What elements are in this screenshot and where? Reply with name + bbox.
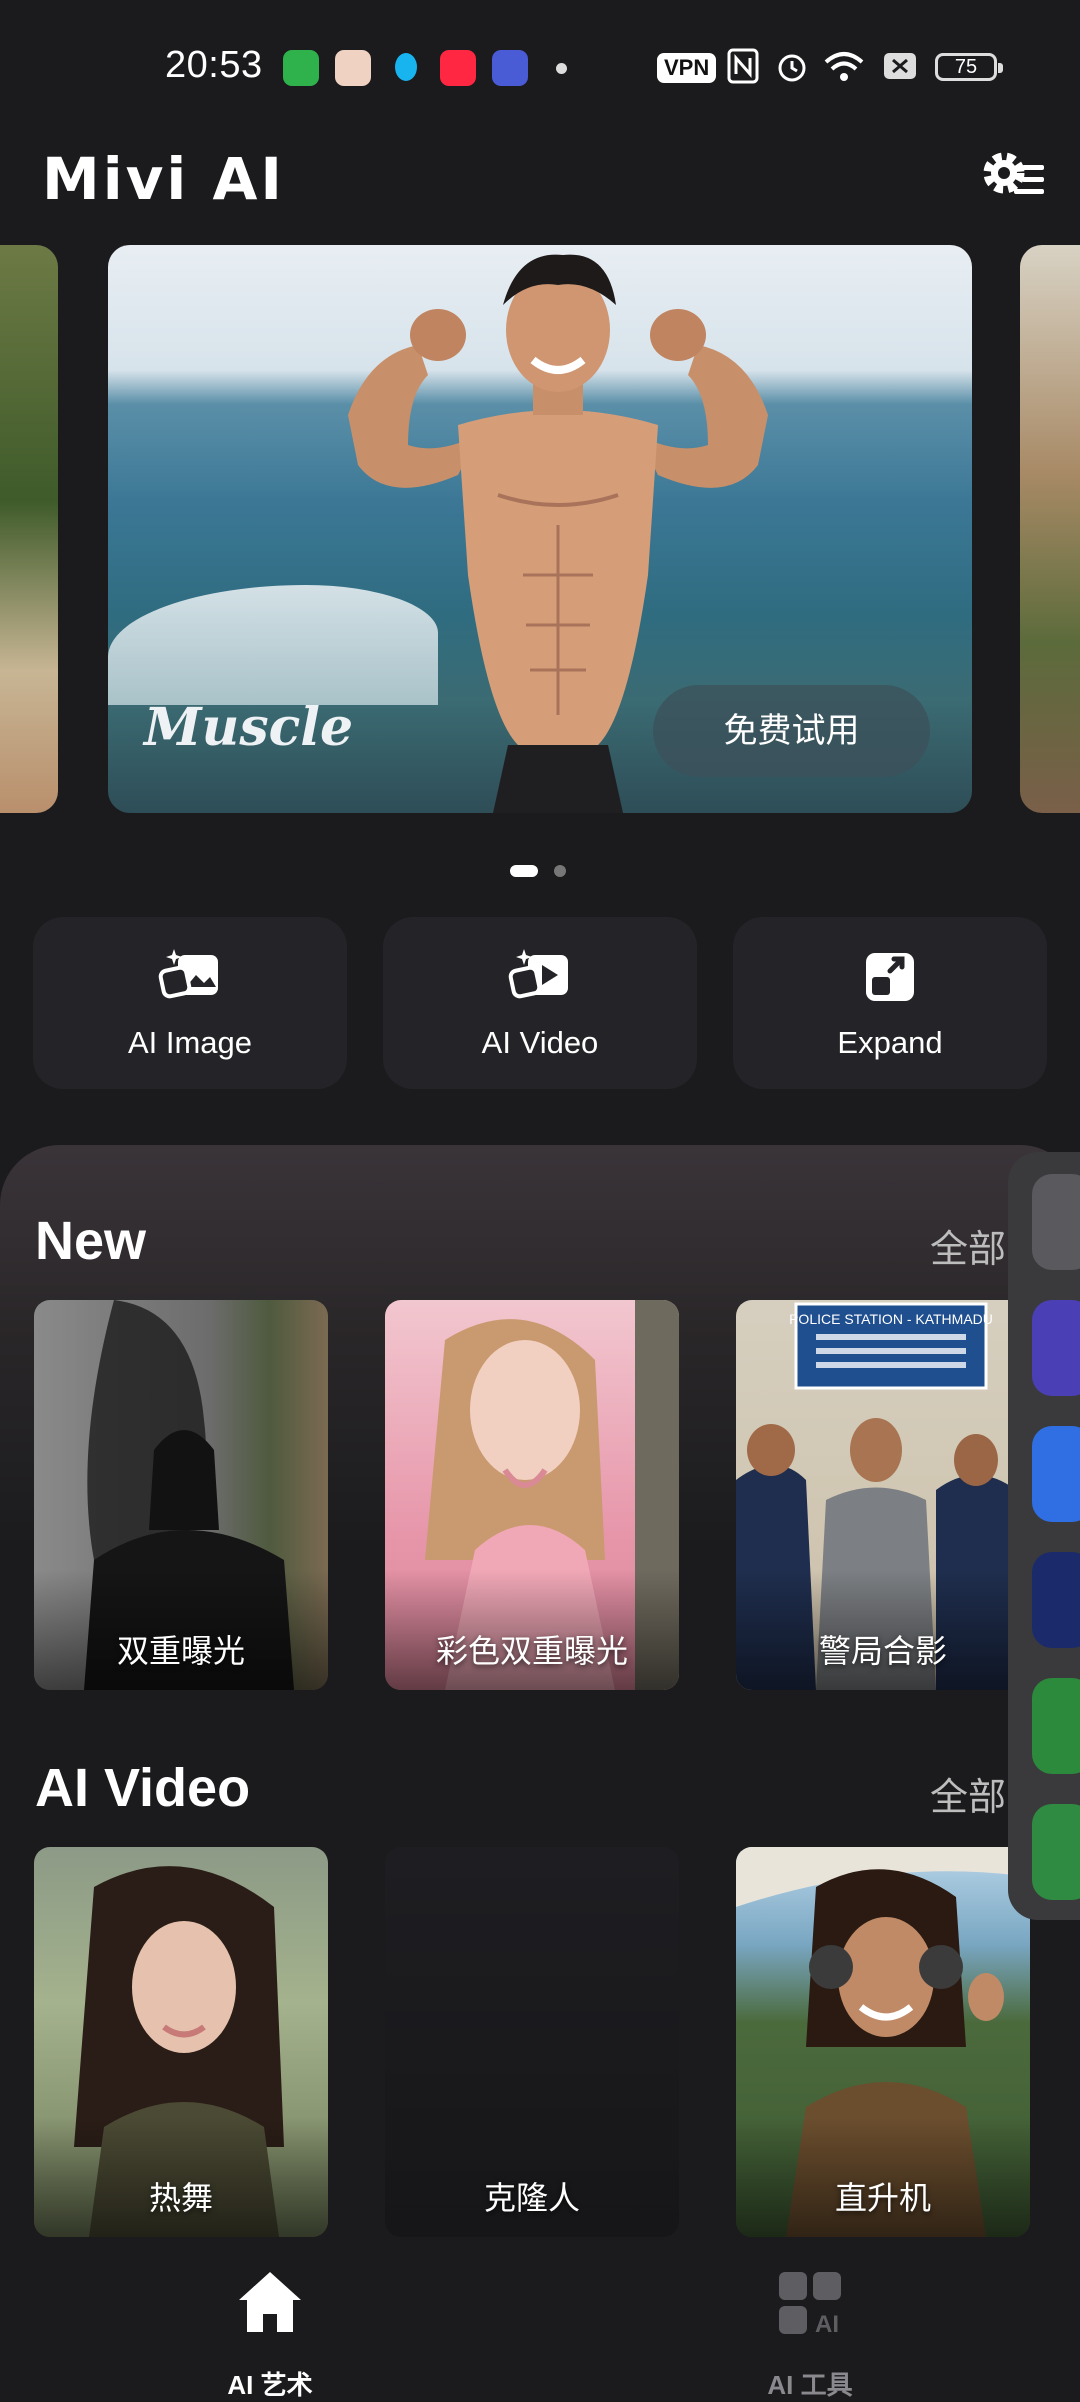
ai-video-label: AI Video (481, 1025, 599, 1060)
qq-icon (388, 50, 424, 86)
card-label: 克隆人 (483, 2180, 580, 2216)
police-sign-text: POLICE STATION - KATHMADU (789, 1311, 993, 1327)
video-card-helicopter[interactable]: 直升机 (736, 1847, 1030, 2237)
notification-dot (556, 63, 567, 74)
banner-slide[interactable]: Muscle 免费试用 (108, 245, 972, 813)
banner-brand-text: Muscle (144, 697, 354, 758)
floating-tool-icon[interactable] (1032, 1552, 1080, 1648)
shield-app-icon (283, 50, 319, 86)
svg-text:AI: AI (815, 2311, 839, 2338)
ai-video-button[interactable]: AI Video (383, 917, 697, 1089)
ai-tools-icon: AI (779, 2272, 841, 2338)
nav-ai-art[interactable]: AI 艺术 (170, 2240, 370, 2400)
carousel-next-slide[interactable] (1020, 245, 1080, 813)
ai-image-button[interactable]: AI Image (33, 917, 347, 1089)
new-card-color-double-exposure[interactable]: 彩色双重曝光 (385, 1300, 679, 1690)
card-label: 热舞 (148, 2180, 213, 2216)
new-card-police-photo[interactable]: POLICE STATION - KATHMADU 警局合影 (736, 1300, 1030, 1690)
xiaohongshu-icon (440, 50, 476, 86)
pager-dot-active (510, 865, 538, 877)
floating-sidebar[interactable] (1008, 1152, 1080, 1920)
video-card-hot-dance[interactable]: 热舞 (34, 1847, 328, 2237)
card-label: 直升机 (834, 2180, 931, 2216)
expand-label: Expand (837, 1025, 943, 1060)
alarm-icon (774, 48, 810, 93)
status-bar: 20:53 VPN 75 (0, 0, 1080, 135)
floating-chat-icon[interactable] (1032, 1678, 1080, 1774)
battery-indicator: 75 (935, 53, 1003, 81)
ai-image-icon (158, 949, 218, 999)
ai-video-section-title: AI Video (35, 1758, 251, 1818)
ai-image-label: AI Image (127, 1025, 253, 1060)
wifi-icon (822, 48, 866, 93)
no-sim-icon (882, 48, 918, 93)
avatar-app-icon (335, 50, 371, 86)
app-title: Mivi AI (42, 145, 285, 213)
status-time: 20:53 (165, 44, 263, 86)
nfc-icon (727, 48, 759, 93)
ai-video-icon (508, 949, 568, 999)
tieba-icon (492, 50, 528, 86)
new-section-title: New (35, 1211, 147, 1271)
floating-app-icon[interactable] (1032, 1426, 1080, 1522)
card-label: 双重曝光 (116, 1633, 245, 1669)
new-card-double-exposure[interactable]: 双重曝光 (34, 1300, 328, 1690)
floating-screen-icon[interactable] (1032, 1804, 1080, 1900)
card-label: 警局合影 (818, 1633, 947, 1669)
settings-icon[interactable] (978, 145, 1048, 207)
nav-ai-tools-label: AI 工具 (767, 2370, 853, 2400)
nav-ai-art-label: AI 艺术 (227, 2370, 313, 2400)
floating-translate-icon[interactable] (1032, 1300, 1080, 1396)
free-trial-button[interactable]: 免费试用 (653, 685, 930, 777)
vpn-badge: VPN (657, 53, 717, 83)
bottom-nav: AI 艺术 AI AI 工具 (0, 2240, 1080, 2400)
card-label: 彩色双重曝光 (435, 1633, 628, 1669)
video-card-clone[interactable]: 克隆人 (385, 1847, 679, 2237)
nav-ai-tools[interactable]: AI AI 工具 (710, 2240, 910, 2400)
floating-umbrella-icon[interactable] (1032, 1174, 1080, 1270)
expand-button[interactable]: Expand (733, 917, 1047, 1089)
expand-icon (866, 953, 914, 1001)
pager-dot (554, 865, 566, 877)
carousel-prev-slide[interactable] (0, 245, 58, 813)
home-icon (239, 2272, 301, 2332)
